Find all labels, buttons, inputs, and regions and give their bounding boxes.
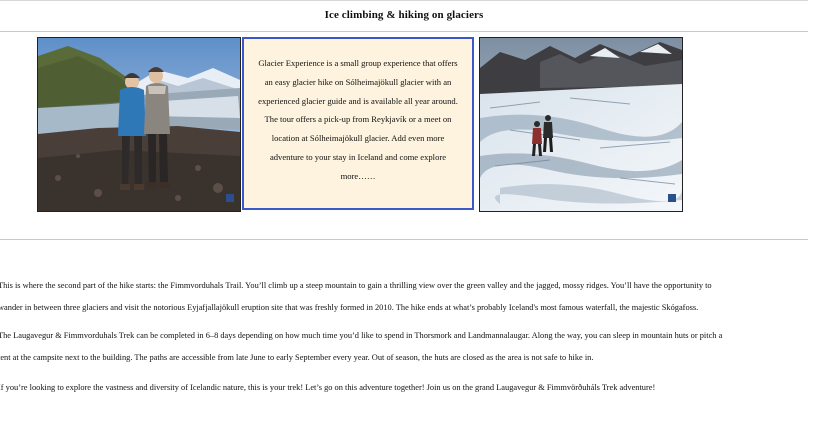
section-divider	[0, 239, 808, 240]
hikers-couple-photo	[37, 37, 241, 212]
glacier-experience-info-box: Glacier Experience is a small group expe…	[242, 37, 474, 210]
glacier-hikers-photo	[479, 37, 683, 212]
paragraph-line: tent at the campsite next to the buildin…	[0, 353, 594, 362]
page-title: Ice climbing & hiking on glaciers	[324, 9, 484, 21]
paragraph-line: The Laugavegur & Fimmvorduhals Trek can …	[0, 331, 723, 340]
paragraph-line: If you’re looking to explore the vastnes…	[0, 383, 656, 392]
paragraph-line: wander in between three glaciers and vis…	[0, 303, 699, 312]
paragraph-trek-duration: The Laugavegur & Fimmvorduhals Trek can …	[0, 325, 810, 369]
paragraph-fimmvorduhals-trail: This is where the second part of the hik…	[0, 275, 810, 319]
paragraph-call-to-action: If you’re looking to explore the vastnes…	[0, 377, 810, 399]
paragraph-line: This is where the second part of the hik…	[0, 281, 712, 290]
header-divider	[0, 31, 808, 32]
top-divider	[0, 0, 808, 1]
